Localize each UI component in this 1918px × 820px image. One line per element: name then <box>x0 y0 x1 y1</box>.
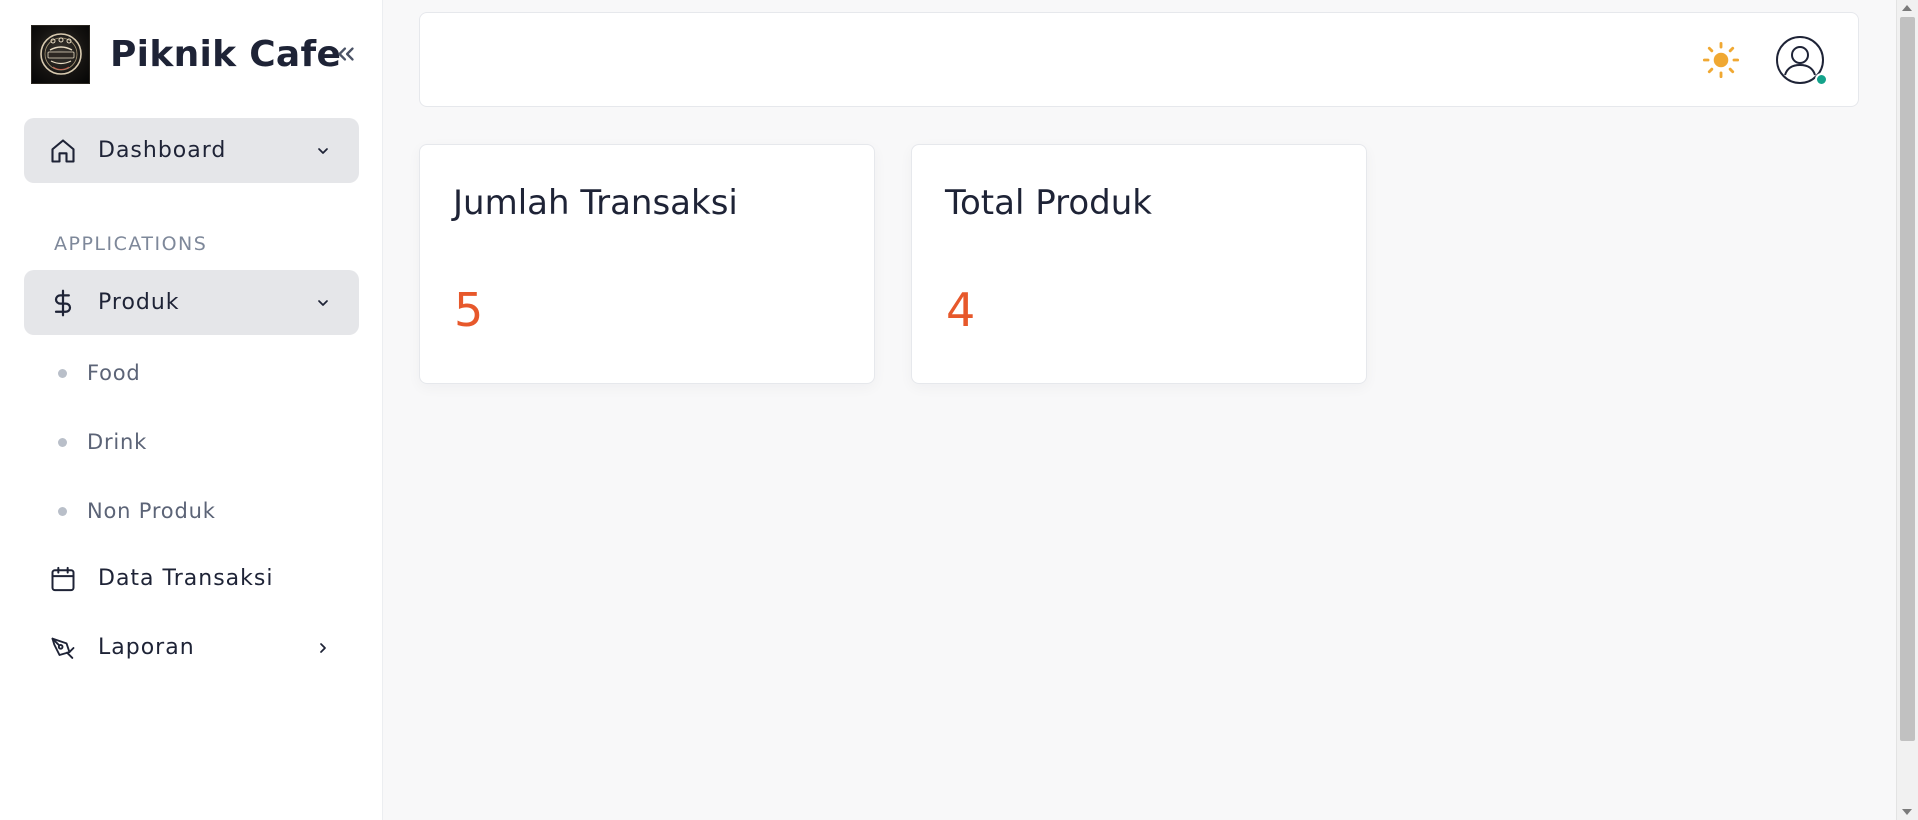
card-title: Total Produk <box>945 183 1152 223</box>
theme-toggle-button[interactable] <box>1700 39 1742 81</box>
chevrons-left-icon <box>338 47 354 61</box>
bullet-dot-icon <box>58 506 67 516</box>
scroll-thumb[interactable] <box>1900 17 1915 741</box>
card-value: 4 <box>946 283 976 337</box>
chevron-down-icon <box>313 293 333 313</box>
sun-icon <box>1702 41 1740 79</box>
page-scrollbar[interactable] <box>1896 0 1918 820</box>
top-bar <box>419 12 1859 107</box>
cafe-logo-emblem-icon <box>39 33 82 75</box>
stat-card-total-produk: Total Produk 4 <box>911 144 1367 384</box>
stat-card-jumlah-transaksi: Jumlah Transaksi 5 <box>419 144 875 384</box>
sidebar-subitem-drink[interactable]: Drink <box>58 424 147 460</box>
scroll-up-arrow-icon[interactable] <box>1902 5 1912 11</box>
sidebar-subitem-food[interactable]: Food <box>58 355 141 391</box>
sidebar-item-laporan[interactable]: Laporan <box>24 615 359 680</box>
calendar-icon <box>48 564 78 594</box>
sidebar-subitem-label: Non Produk <box>87 499 216 523</box>
user-avatar-button[interactable] <box>1774 34 1828 86</box>
sidebar-item-label: Laporan <box>98 635 195 660</box>
sidebar-item-data-transaksi[interactable]: Data Transaksi <box>24 546 359 611</box>
chevron-right-icon <box>313 638 333 658</box>
pen-tool-icon <box>48 633 78 663</box>
chevron-down-icon <box>313 141 333 161</box>
cafe-logo <box>31 24 90 84</box>
bullet-dot-icon <box>58 437 67 447</box>
sidebar-subitem-label: Drink <box>87 430 148 454</box>
dollar-icon <box>48 288 78 318</box>
scroll-down-arrow-icon[interactable] <box>1902 809 1912 815</box>
card-title: Jumlah Transaksi <box>453 183 738 223</box>
section-label-applications: APPLICATIONS <box>54 233 208 255</box>
sidebar-subitem-label: Food <box>87 361 141 385</box>
card-value: 5 <box>454 283 484 337</box>
brand[interactable]: Piknik Cafe <box>31 24 341 84</box>
sidebar-item-dashboard[interactable]: Dashboard <box>24 118 359 183</box>
brand-name: Piknik Cafe <box>110 33 342 75</box>
bullet-dot-icon <box>58 368 67 378</box>
sidebar-item-label: Data Transaksi <box>98 566 274 591</box>
online-status-dot <box>1815 73 1828 86</box>
sidebar: Piknik Cafe Dashboard APPLICATIONS Produ… <box>0 0 383 820</box>
collapse-sidebar-button[interactable] <box>330 38 362 70</box>
sidebar-item-produk[interactable]: Produk <box>24 270 359 335</box>
sidebar-subitem-non-produk[interactable]: Non Produk <box>58 493 216 529</box>
home-icon <box>48 136 78 166</box>
sidebar-item-label: Dashboard <box>98 138 227 163</box>
sidebar-item-label: Produk <box>98 290 180 315</box>
